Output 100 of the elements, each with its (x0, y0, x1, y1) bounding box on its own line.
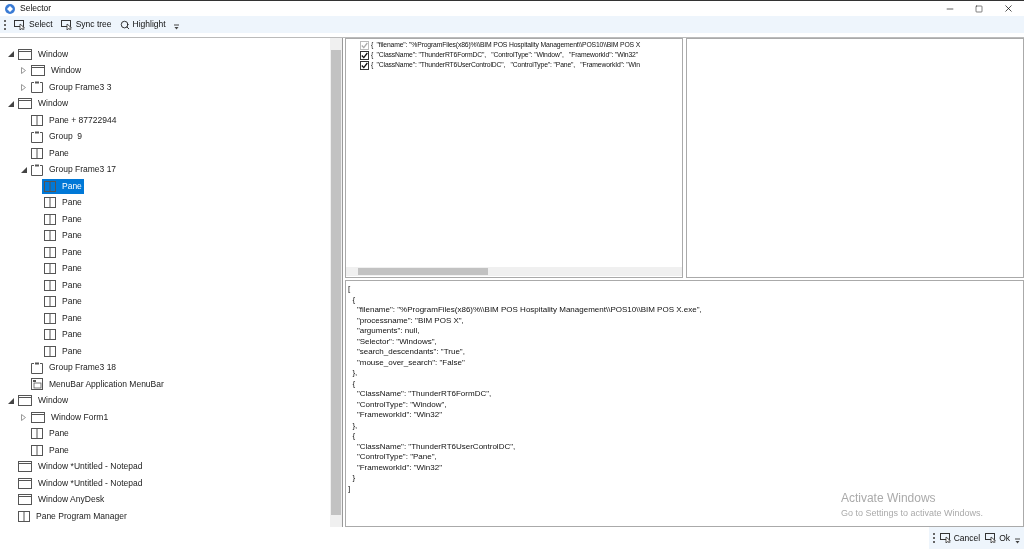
tree-item[interactable]: Pane (29, 442, 71, 458)
window-title: Selector (20, 2, 52, 15)
code-line: }, (351, 368, 358, 379)
tree-item[interactable]: Group Frame3 3 (29, 79, 114, 95)
split-pane-icon (31, 114, 43, 126)
tree-item[interactable]: Pane (42, 343, 84, 359)
window-icon (18, 477, 32, 489)
code-line: "ControlType": "Pane", (355, 452, 437, 463)
group-frame-icon (31, 163, 43, 176)
overflow-caret-icon[interactable] (173, 24, 179, 30)
tree-item[interactable]: Pane (42, 294, 84, 310)
group-frame-icon (31, 81, 43, 94)
cursor-window-icon (939, 533, 952, 543)
tree-item[interactable]: Pane (42, 195, 84, 211)
split-pane-icon (44, 213, 56, 225)
tree-item[interactable]: Window (29, 63, 84, 79)
code-line: [ (348, 284, 351, 295)
menu-bar-icon (31, 378, 43, 391)
footer-button[interactable]: Cancel (939, 531, 981, 545)
expanded-arrow-icon[interactable] (8, 100, 14, 107)
tree-item[interactable]: Window (16, 393, 71, 409)
split-pane-icon (44, 246, 56, 258)
code-line: { (351, 431, 356, 442)
tree-item[interactable]: Pane (42, 211, 84, 227)
window-icon (31, 65, 45, 77)
code-line: "ClassName": "ThunderRT6FormDC", (355, 389, 492, 400)
tree-item[interactable]: Pane (29, 426, 71, 442)
tree-item[interactable]: Pane + 87722944 (29, 112, 119, 128)
split-pane-icon (18, 510, 30, 522)
cursor-window-icon (985, 533, 998, 543)
code-line: { (351, 378, 356, 389)
split-pane-icon (31, 428, 43, 440)
tree-item[interactable]: Group Frame3 18 (29, 360, 119, 376)
scrollbar-thumb[interactable] (331, 50, 341, 515)
tree-item[interactable]: Window (16, 96, 71, 112)
code-line: "FrameworkId": "Win32" (355, 410, 443, 421)
vertical-scrollbar[interactable] (330, 38, 342, 527)
checkbox[interactable] (360, 60, 369, 70)
toolbar-button[interactable]: Select (14, 18, 53, 31)
close-icon[interactable] (1003, 3, 1014, 14)
code-line: ] (348, 483, 351, 494)
tree-item[interactable]: Window AnyDesk (16, 492, 107, 508)
expanded-arrow-icon[interactable] (8, 51, 14, 58)
expanded-arrow-icon[interactable] (21, 166, 27, 173)
tree-item[interactable]: Pane (42, 310, 84, 326)
code-line: { (351, 294, 356, 305)
tree-item[interactable]: Group 9 (29, 129, 85, 145)
tree-item[interactable]: Window *Untitled - Notepad (16, 475, 145, 491)
window-icon (18, 98, 32, 110)
checkbox[interactable] (360, 50, 369, 60)
tree-item[interactable]: Pane (42, 261, 84, 277)
split-pane-icon (44, 180, 56, 192)
toolbar-button[interactable]: Highlight (119, 18, 166, 31)
scrollbar-thumb[interactable] (358, 268, 488, 275)
tree-item[interactable]: Pane (42, 228, 84, 244)
tree-item[interactable]: MenuBar Application MenuBar (29, 376, 166, 392)
collapsed-arrow-icon[interactable] (21, 413, 26, 421)
tree-item[interactable]: Window (16, 46, 71, 62)
toolbar-grip[interactable] (932, 533, 935, 543)
split-pane-icon (44, 230, 56, 242)
collapsed-arrow-icon[interactable] (21, 83, 26, 91)
code-line: }, (351, 420, 358, 431)
tree-item[interactable]: Group Frame3 17 (29, 162, 119, 178)
window-icon (18, 395, 32, 407)
code-line: "Selector": "Windows", (355, 336, 437, 347)
window-icon (18, 48, 32, 60)
split-pane-icon (44, 263, 56, 275)
window-icon (18, 494, 32, 506)
window-icon (18, 461, 32, 473)
tree-item[interactable]: Pane Program Manager (16, 508, 129, 524)
tree-item[interactable]: Pane (42, 277, 84, 293)
split-pane-icon (44, 197, 56, 209)
cursor-window-icon (14, 19, 26, 30)
tree-item[interactable]: Pane (42, 178, 84, 194)
horizontal-scrollbar[interactable] (346, 267, 682, 276)
split-pane-icon (44, 329, 56, 341)
tree-item[interactable]: Window Form1 (29, 409, 111, 425)
group-frame-icon (31, 361, 43, 374)
search-icon (119, 19, 130, 30)
toolbar-button[interactable]: Sync tree (60, 18, 112, 31)
split-pane-icon (44, 312, 56, 324)
code-line: "arguments": null, (355, 326, 420, 337)
tree-item[interactable]: Pane (42, 244, 84, 260)
code-line: "processname": "BIM POS X", (355, 315, 464, 326)
code-line: "filename": "%ProgramFiles(x86)%\\BIM POS Hospitality Management\\POS10\\BIM POS X.exe", (355, 305, 702, 316)
window-icon (31, 411, 45, 423)
cursor-window-icon (60, 19, 73, 30)
footer-button[interactable]: Ok (985, 531, 1010, 545)
code-line: "ControlType": "Window", (355, 399, 447, 410)
group-frame-icon (31, 130, 43, 143)
split-pane-icon (31, 147, 43, 159)
restore-icon[interactable] (975, 4, 983, 13)
split-pane-icon (44, 345, 56, 357)
overflow-caret-icon[interactable] (1015, 537, 1020, 544)
expanded-arrow-icon[interactable] (8, 397, 14, 404)
collapsed-arrow-icon[interactable] (21, 67, 26, 75)
tree-item[interactable]: Pane (29, 145, 71, 161)
tree-item[interactable]: Window *Untitled - Notepad (16, 459, 145, 475)
code-line: } (351, 473, 356, 484)
tree-item[interactable]: Pane (42, 327, 84, 343)
